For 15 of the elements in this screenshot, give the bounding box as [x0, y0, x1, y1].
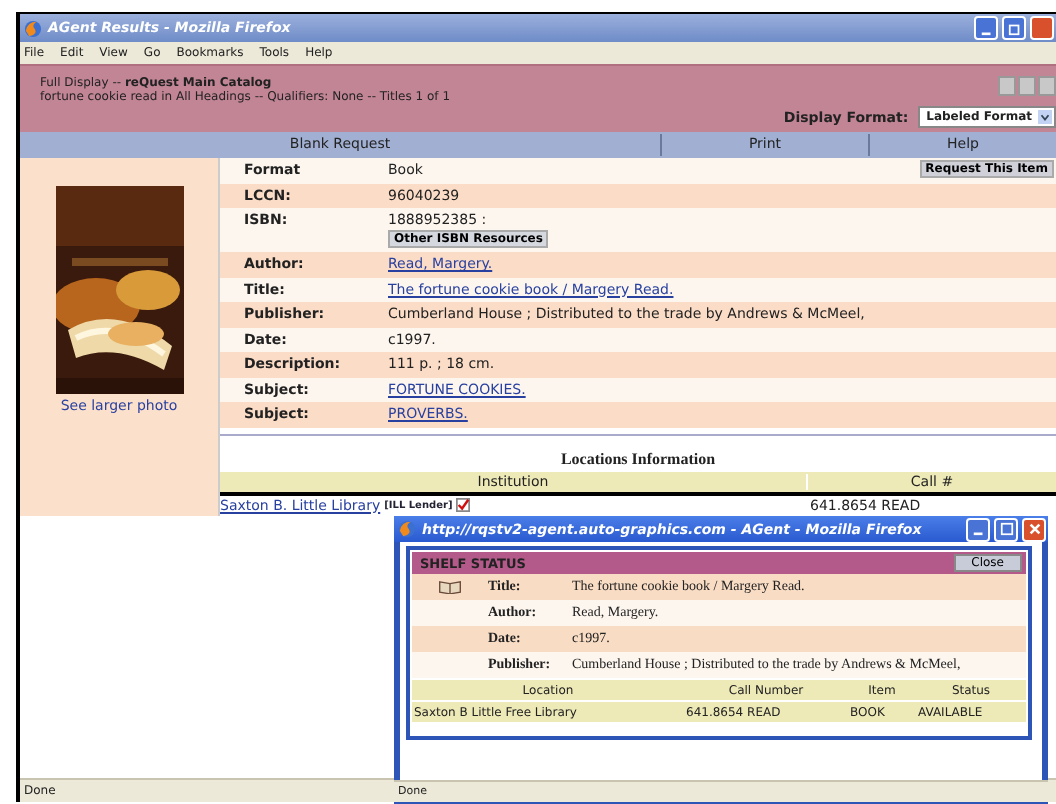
restore-icon — [1007, 21, 1021, 35]
checkmark-icon[interactable] — [456, 498, 471, 512]
minimize-button[interactable] — [966, 517, 990, 541]
maximize-button[interactable] — [994, 517, 1018, 541]
globe-icon — [398, 520, 416, 538]
close-button[interactable] — [1022, 517, 1046, 541]
dropdown-arrow-icon — [1038, 110, 1052, 124]
locations-heading: Locations Information — [558, 447, 718, 471]
restore-button[interactable] — [1002, 16, 1026, 40]
globe-icon — [24, 19, 42, 37]
maximize-icon — [999, 522, 1013, 536]
close-button[interactable] — [1030, 16, 1054, 40]
close-icon — [1027, 522, 1041, 536]
book-icon — [438, 580, 462, 594]
minimize-button[interactable] — [974, 16, 998, 40]
